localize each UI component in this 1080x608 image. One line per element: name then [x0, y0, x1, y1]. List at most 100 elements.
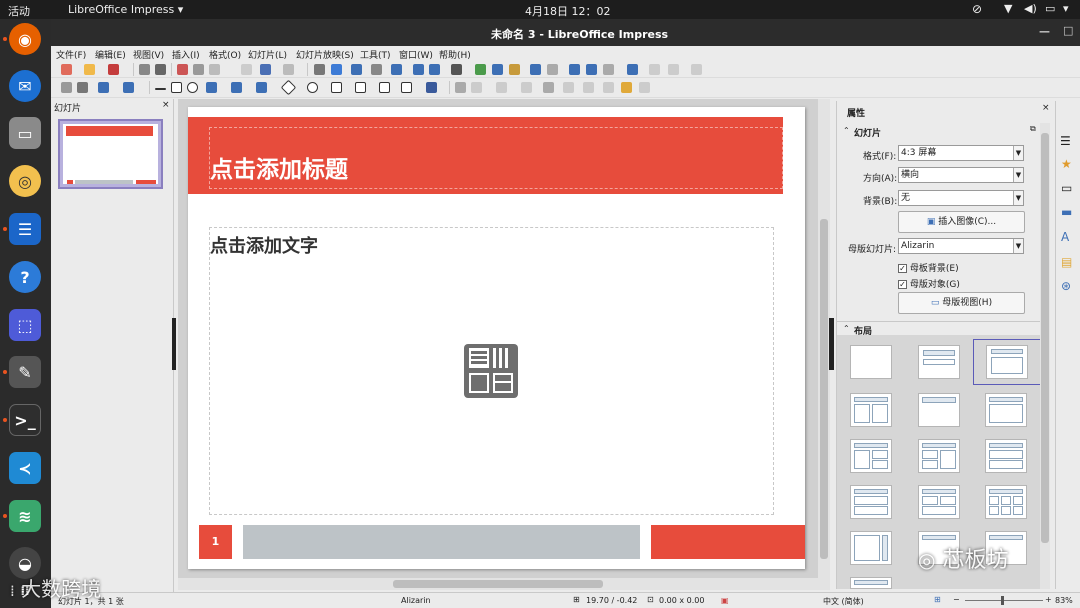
- copy-icon[interactable]: [193, 64, 204, 75]
- maximize-icon[interactable]: □: [1063, 24, 1073, 37]
- chart-icon[interactable]: [509, 64, 520, 75]
- rhythmbox-icon[interactable]: ◎: [9, 165, 41, 197]
- master-name[interactable]: Alizarin: [401, 596, 431, 605]
- help-icon[interactable]: ?: [9, 261, 41, 293]
- line-icon[interactable]: [155, 88, 166, 90]
- align-icon[interactable]: [471, 82, 482, 93]
- distribute-icon[interactable]: [521, 82, 532, 93]
- start-current-icon[interactable]: [429, 64, 440, 75]
- callouts-icon[interactable]: [379, 82, 390, 93]
- layers-app-icon[interactable]: ≋: [9, 500, 41, 532]
- layout-title-content-2[interactable]: [850, 439, 892, 473]
- volume-icon[interactable]: ◀): [1024, 2, 1037, 15]
- grid-icon[interactable]: [351, 64, 362, 75]
- layout-title-6-content[interactable]: [985, 485, 1027, 519]
- rectangle-icon[interactable]: [171, 82, 182, 93]
- menu-window[interactable]: 窗口(W): [399, 48, 433, 61]
- clone-icon[interactable]: [241, 64, 252, 75]
- chevron-down-icon[interactable]: ▾: [1063, 2, 1069, 15]
- zoom-level[interactable]: 83%: [1055, 596, 1073, 605]
- connector-icon[interactable]: [256, 82, 267, 93]
- menu-tools[interactable]: 工具(T): [360, 48, 391, 61]
- ellipse-icon[interactable]: [187, 82, 198, 93]
- format-select[interactable]: 4:3 屏幕 ▼: [898, 145, 1024, 161]
- filter-icon[interactable]: [583, 82, 594, 93]
- title-placeholder[interactable]: 点击添加标题: [209, 127, 783, 189]
- basic-shapes-icon[interactable]: [280, 79, 297, 96]
- do-not-disturb-icon[interactable]: ⊘: [972, 2, 982, 16]
- master-slide-icon[interactable]: [391, 64, 402, 75]
- screenshot-icon[interactable]: ⬚: [9, 309, 41, 341]
- files-icon[interactable]: ▭: [9, 117, 41, 149]
- symbol-shapes-icon[interactable]: [307, 82, 318, 93]
- navigator-icon[interactable]: ⊛: [1061, 279, 1071, 293]
- 3d-objects-icon[interactable]: [426, 82, 437, 93]
- stars-icon[interactable]: [401, 82, 412, 93]
- arrange-icon[interactable]: [496, 82, 507, 93]
- collapse-icon[interactable]: ⌃: [843, 324, 850, 333]
- new-slide-icon[interactable]: [627, 64, 638, 75]
- shadow-icon[interactable]: [543, 82, 554, 93]
- sidebar-collapse-handle[interactable]: [829, 318, 834, 370]
- insert-video-icon[interactable]: [493, 373, 513, 393]
- display-views-icon[interactable]: [371, 64, 382, 75]
- open-icon[interactable]: [84, 64, 95, 75]
- gimp-icon[interactable]: ✎: [9, 356, 41, 388]
- menu-edit[interactable]: 编辑(E): [95, 48, 126, 61]
- paste-icon[interactable]: [209, 64, 220, 75]
- zoom-out-icon[interactable]: −: [953, 595, 960, 604]
- layout-title-content-over[interactable]: [985, 439, 1027, 473]
- start-first-icon[interactable]: [413, 64, 424, 75]
- battery-icon[interactable]: ▭: [1045, 2, 1055, 15]
- thunderbird-icon[interactable]: ✉: [9, 70, 41, 102]
- animation-icon[interactable]: ▭: [1061, 181, 1072, 195]
- collapse-icon[interactable]: ⌃: [843, 126, 850, 135]
- transformations-icon[interactable]: [455, 82, 466, 93]
- cut-icon[interactable]: [177, 64, 188, 75]
- master-objects-checkbox[interactable]: ✓ 母版对象(G): [898, 277, 960, 290]
- styles-icon[interactable]: A: [1061, 230, 1069, 244]
- horizontal-scrollbar[interactable]: [178, 578, 830, 590]
- zoom-in-icon[interactable]: +: [1045, 595, 1052, 604]
- new-icon[interactable]: [61, 64, 72, 75]
- gallery-icon[interactable]: ▤: [1061, 255, 1072, 269]
- insert-image-button[interactable]: ▣ 插入图像(C)...: [898, 211, 1025, 233]
- master-background-checkbox[interactable]: ✓ 母板背景(E): [898, 261, 959, 274]
- close-icon[interactable]: ×: [1042, 103, 1050, 113]
- media-icon[interactable]: [492, 64, 503, 75]
- glue-icon[interactable]: [621, 82, 632, 93]
- delete-slide-icon[interactable]: [668, 64, 679, 75]
- save-icon[interactable]: [108, 64, 119, 75]
- layout-title-4-content[interactable]: [918, 485, 960, 519]
- orientation-select[interactable]: 横向 ▼: [898, 167, 1024, 183]
- insert-table-icon[interactable]: [469, 348, 489, 368]
- layout-title-only[interactable]: [918, 345, 960, 379]
- wifi-icon[interactable]: ▼: [1004, 2, 1012, 15]
- document-modified-icon[interactable]: ▣: [721, 596, 729, 605]
- insert-image-icon[interactable]: [469, 373, 489, 393]
- properties-icon[interactable]: ☰: [1060, 134, 1071, 148]
- layout-title-content-selected[interactable]: [973, 339, 1041, 385]
- menu-help[interactable]: 帮助(H): [439, 48, 471, 61]
- textbox-icon[interactable]: [530, 64, 541, 75]
- slide-thumbnail[interactable]: [58, 119, 163, 189]
- arrow-icon[interactable]: [206, 82, 217, 93]
- background-select[interactable]: 无 ▼: [898, 190, 1024, 206]
- layout-title-2-content-over[interactable]: [850, 485, 892, 519]
- table-icon[interactable]: [451, 64, 462, 75]
- zoom-slider-thumb[interactable]: [1001, 596, 1004, 605]
- print-icon[interactable]: [155, 64, 166, 75]
- crop-icon[interactable]: [563, 82, 574, 93]
- slide-transition-icon[interactable]: ★: [1061, 157, 1072, 171]
- close-icon[interactable]: ×: [162, 100, 170, 110]
- line-color-icon[interactable]: [98, 82, 109, 93]
- menu-view[interactable]: 视图(V): [133, 48, 164, 61]
- image-icon[interactable]: [475, 64, 486, 75]
- duplicate-slide-icon[interactable]: [649, 64, 660, 75]
- master-slide-select[interactable]: Alizarin ▼: [898, 238, 1024, 254]
- fit-slide-icon[interactable]: ⊞: [934, 595, 941, 604]
- libreoffice-writer-icon[interactable]: ☰: [9, 213, 41, 245]
- insert-chart-icon[interactable]: [493, 348, 513, 368]
- vscode-icon[interactable]: ≺: [9, 452, 41, 484]
- layout-vertical-title[interactable]: [850, 531, 892, 565]
